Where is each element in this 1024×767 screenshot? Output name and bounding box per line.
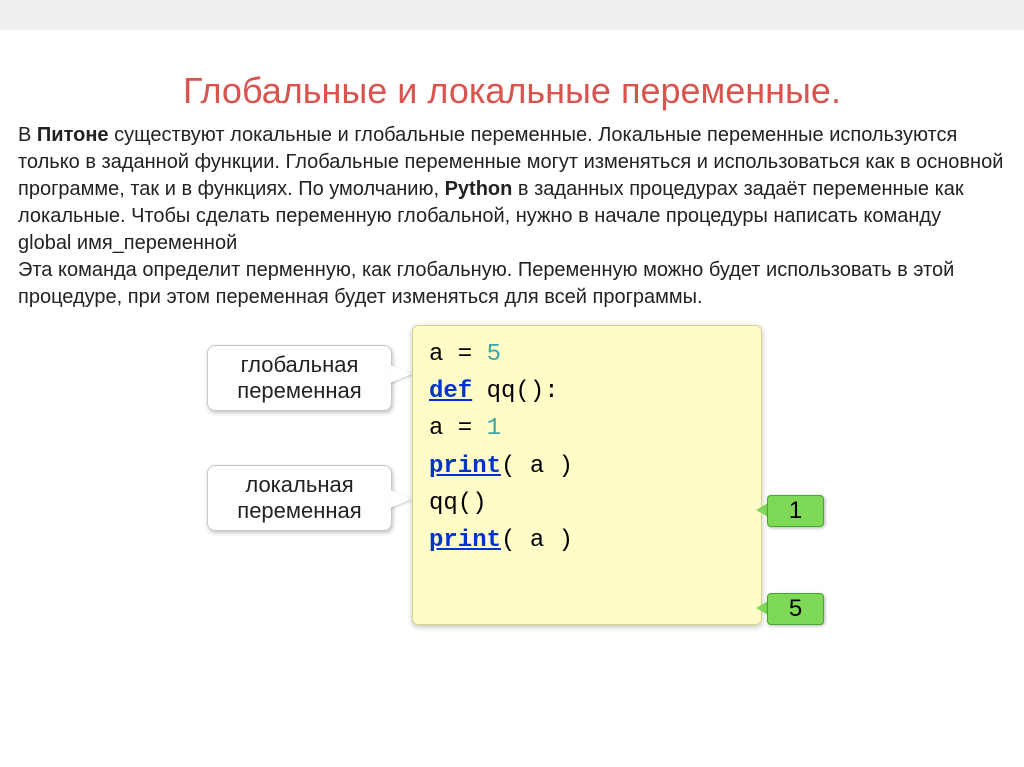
- body-text: В Питоне существуют локальные и глобальн…: [18, 122, 1006, 311]
- diagram: глобальная переменная локальная переменн…: [207, 325, 817, 627]
- top-bar: [0, 0, 1024, 30]
- label-local: локальная переменная: [207, 465, 392, 531]
- callout-tail: [390, 365, 412, 383]
- code-box: a = 5 def qq(): a = 1 print( a ) qq() pr…: [412, 325, 762, 625]
- slide: Глобальные и локальные переменные. В Пит…: [0, 70, 1024, 627]
- output-badge-2: 5: [767, 593, 824, 625]
- label-global: глобальная переменная: [207, 345, 392, 411]
- slide-title: Глобальные и локальные переменные.: [18, 70, 1006, 112]
- callout-tail: [390, 490, 412, 508]
- output-badge-1: 1: [767, 495, 824, 527]
